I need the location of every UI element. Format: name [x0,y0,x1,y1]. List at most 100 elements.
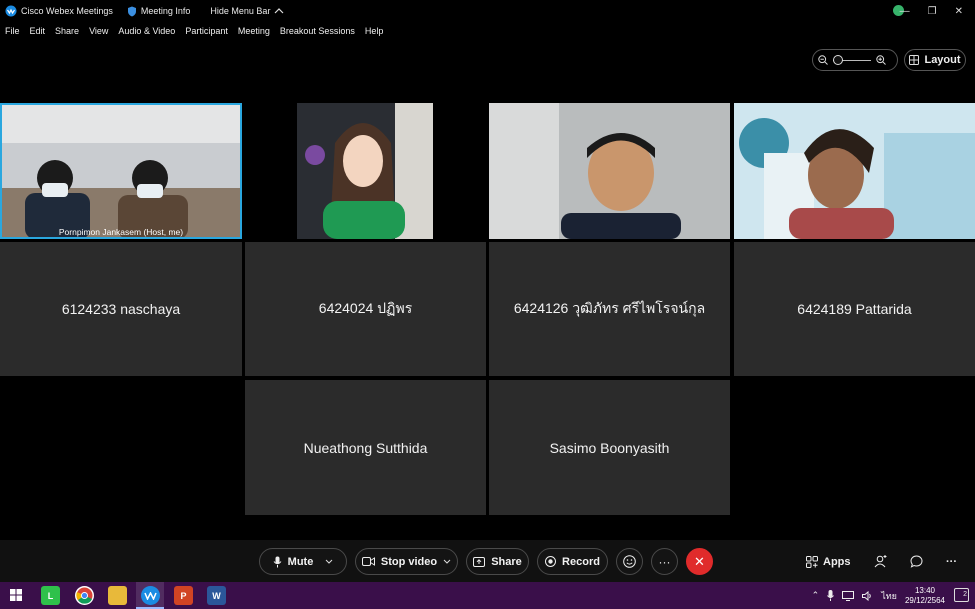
menu-view[interactable]: View [84,26,113,36]
participant-tile[interactable]: 6424189 Pattarida [734,242,975,376]
participants-button[interactable] [874,548,887,575]
reactions-button[interactable] [616,548,643,575]
mute-button[interactable]: Mute [259,548,347,575]
window-controls: — ❐ ✕ [900,0,963,22]
participant-name: 6424189 Pattarida [797,301,912,317]
grid-layout-icon [909,55,920,65]
powerpoint-icon[interactable]: P [174,586,193,605]
file-explorer-icon[interactable] [108,586,127,605]
participant-name: Sasimo Boonyasith [549,439,670,456]
minimize-icon[interactable]: — [900,6,910,17]
leave-meeting-button[interactable]: ✕ [686,548,713,575]
notification-center-icon[interactable]: 2 [954,588,969,602]
word-icon[interactable]: W [207,586,226,605]
share-label: Share [491,555,522,568]
chrome-icon[interactable] [75,586,94,605]
apps-button[interactable]: Apps [806,548,851,575]
zoom-slider[interactable] [833,54,871,65]
participants-icon [874,555,887,568]
restore-icon[interactable]: ❐ [928,6,937,17]
menu-file[interactable]: File [0,26,25,36]
record-icon [545,556,557,567]
microphone-icon[interactable] [827,590,835,601]
participant-tile[interactable]: 6124233 naschaya [0,242,242,376]
smiley-icon [623,555,636,568]
meeting-info-button[interactable]: Meeting Info [127,6,191,17]
participant-tile[interactable]: Sasimo Boonyasith [489,380,730,515]
chevron-up-icon [275,8,284,14]
input-language[interactable]: ไทย [881,589,897,603]
menu-breakout-sessions[interactable]: Breakout Sessions [275,26,360,36]
webex-logo-icon [144,591,157,600]
zoom-out-icon[interactable] [818,55,828,65]
zoom-control [812,49,898,71]
windows-taskbar: L P W ⌃ ไทย 13:40 29/12/2564 2 [0,582,975,609]
layout-button[interactable]: Layout [904,49,966,71]
microphone-icon [273,556,282,567]
clock-time: 13:40 [914,585,935,595]
speaker-icon[interactable] [862,590,873,601]
participant-name: Nueathong Sutthida [303,439,428,456]
participant-tile[interactable]: 6424024 ปฏิพร [245,242,486,376]
chrome-logo-icon [76,587,93,604]
video-tile-participant-4[interactable] [734,103,975,239]
layout-label: Layout [924,54,961,66]
more-controls-label: ··· [946,555,957,568]
system-tray: ⌃ ไทย 13:40 29/12/2564 [812,582,945,609]
zoom-in-icon[interactable] [876,55,886,65]
close-icon[interactable]: ✕ [955,6,963,17]
participant-tile[interactable]: 6424126 วุฒิภัทร ศรีไพโรจน์กุล [489,242,730,376]
network-icon[interactable] [842,590,855,601]
record-label: Record [562,555,600,568]
participant-tile[interactable]: Nueathong Sutthida [245,380,486,515]
menu-share[interactable]: Share [50,26,84,36]
video-tile-host[interactable]: Pornpimon Jankasem (Host, me) [0,103,242,239]
stop-video-button[interactable]: Stop video [355,548,458,575]
shield-icon [127,6,136,16]
menu-participant[interactable]: Participant [180,26,233,36]
participant-3-video-image [489,103,730,239]
participant-name: 6424024 ปฏิพร [318,300,413,316]
more-options-button[interactable]: ··· [651,548,678,575]
line-app-icon[interactable]: L [41,586,60,605]
video-tile-participant-3[interactable] [489,103,730,239]
menu-edit[interactable]: Edit [25,26,51,36]
menu-meeting[interactable]: Meeting [233,26,275,36]
menu-bar: File Edit Share View Audio & Video Parti… [0,22,388,40]
hide-menu-bar-label: Hide Menu Bar [210,6,271,16]
webex-logo-icon [5,5,17,17]
windows-start-icon[interactable] [10,589,22,601]
video-camera-icon [361,557,375,566]
host-video-image [0,103,242,239]
zoom-slider-knob[interactable] [833,54,843,65]
chevron-up-icon[interactable]: ⌃ [812,590,820,601]
meeting-info-label: Meeting Info [140,6,191,16]
menu-audio-video[interactable]: Audio & Video [113,26,180,36]
participant-name: 6424126 วุฒิภัทร ศรีไพโรจน์กุล [513,300,706,316]
clock-date: 29/12/2564 [904,595,945,605]
participant-4-video-image [734,103,975,239]
notification-count: 2 [963,591,967,598]
share-screen-icon [473,556,486,567]
participant-name: 6124233 naschaya [61,301,181,317]
close-icon: ✕ [694,553,705,569]
chevron-down-icon[interactable] [443,559,451,564]
webex-taskbar-icon[interactable] [141,586,160,605]
more-controls-button[interactable]: ··· [946,548,957,575]
video-tile-participant-2[interactable] [245,103,486,239]
apps-icon [806,555,818,568]
meeting-controls-bar: Mute Stop video Share Record ··· ✕ Apps … [0,540,975,582]
share-button[interactable]: Share [466,548,529,575]
host-name-tag: Pornpimon Jankasem (Host, me) [58,227,184,237]
participant-2-video-image [245,103,486,239]
hide-menu-bar-button[interactable]: Hide Menu Bar [210,6,284,16]
taskbar-clock[interactable]: 13:40 29/12/2564 [905,586,945,606]
chevron-down-icon[interactable] [325,559,333,564]
apps-label: Apps [823,555,851,568]
mute-label: Mute [287,555,314,568]
window-title-bar: Cisco Webex Meetings Meeting Info Hide M… [0,0,975,22]
menu-help[interactable]: Help [360,26,389,36]
app-name: Cisco Webex Meetings [21,6,113,16]
chat-button[interactable] [910,548,923,575]
record-button[interactable]: Record [537,548,608,575]
